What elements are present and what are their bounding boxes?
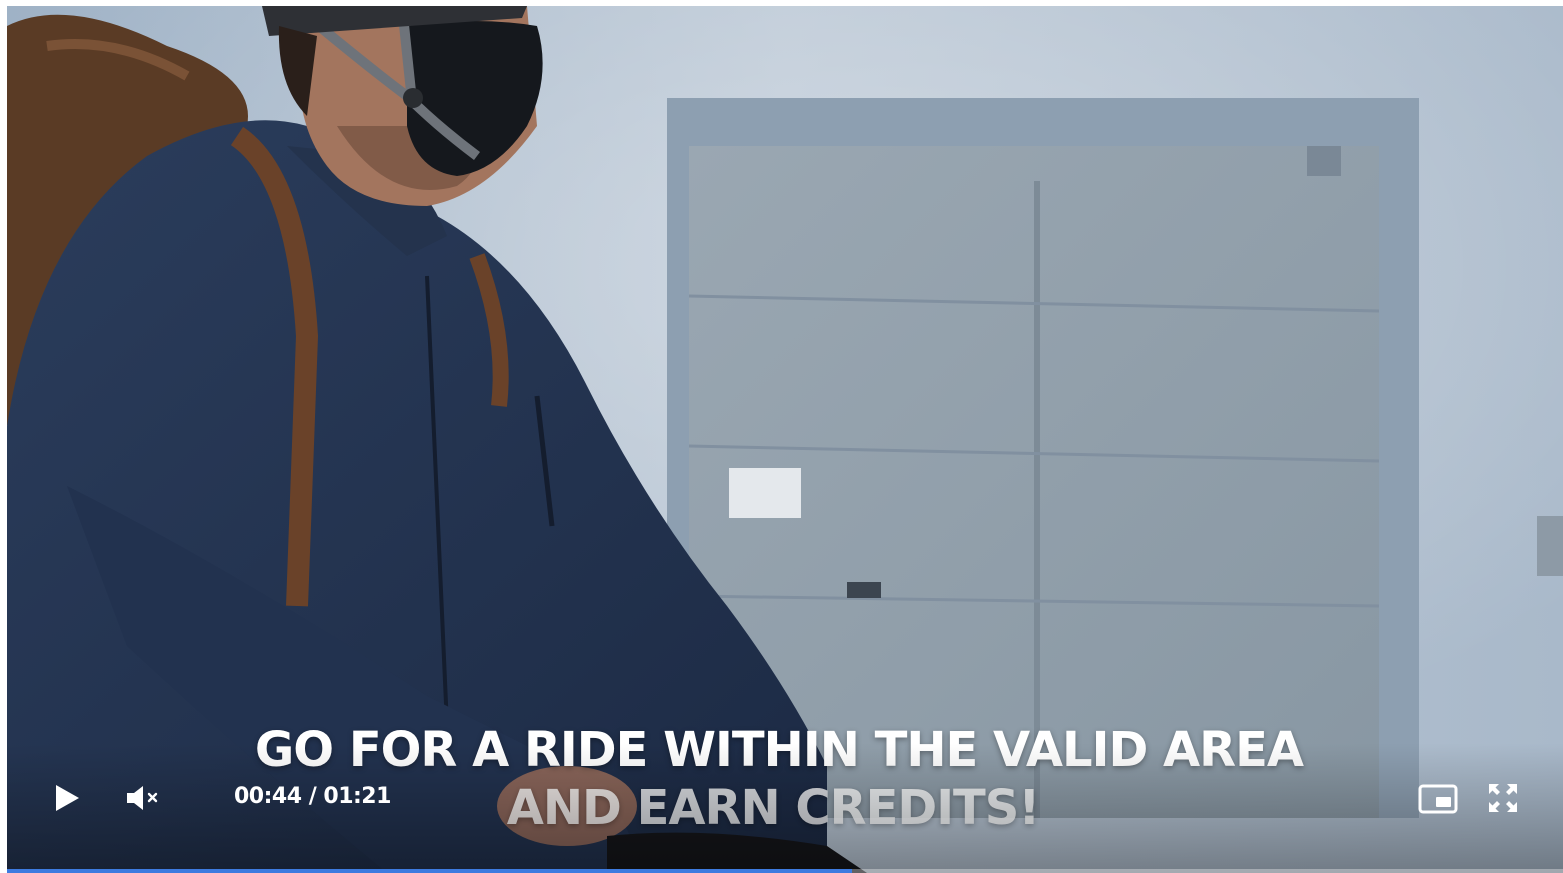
mute-button[interactable] [121,778,165,818]
picture-in-picture-icon [1418,784,1458,814]
play-button[interactable] [47,778,87,818]
fullscreen-button[interactable] [1483,778,1523,818]
volume-muted-icon [127,786,158,810]
play-icon [56,785,79,811]
fullscreen-icon [1489,784,1517,812]
progress-fill [7,869,852,873]
video-player[interactable]: GO FOR A RIDE WITHIN THE VALID AREA AND … [7,6,1563,873]
progress-bar[interactable] [7,869,1563,873]
video-frame[interactable] [7,6,1563,873]
time-display: 00:44 / 01:21 [234,784,391,809]
picture-in-picture-button[interactable] [1415,780,1461,818]
